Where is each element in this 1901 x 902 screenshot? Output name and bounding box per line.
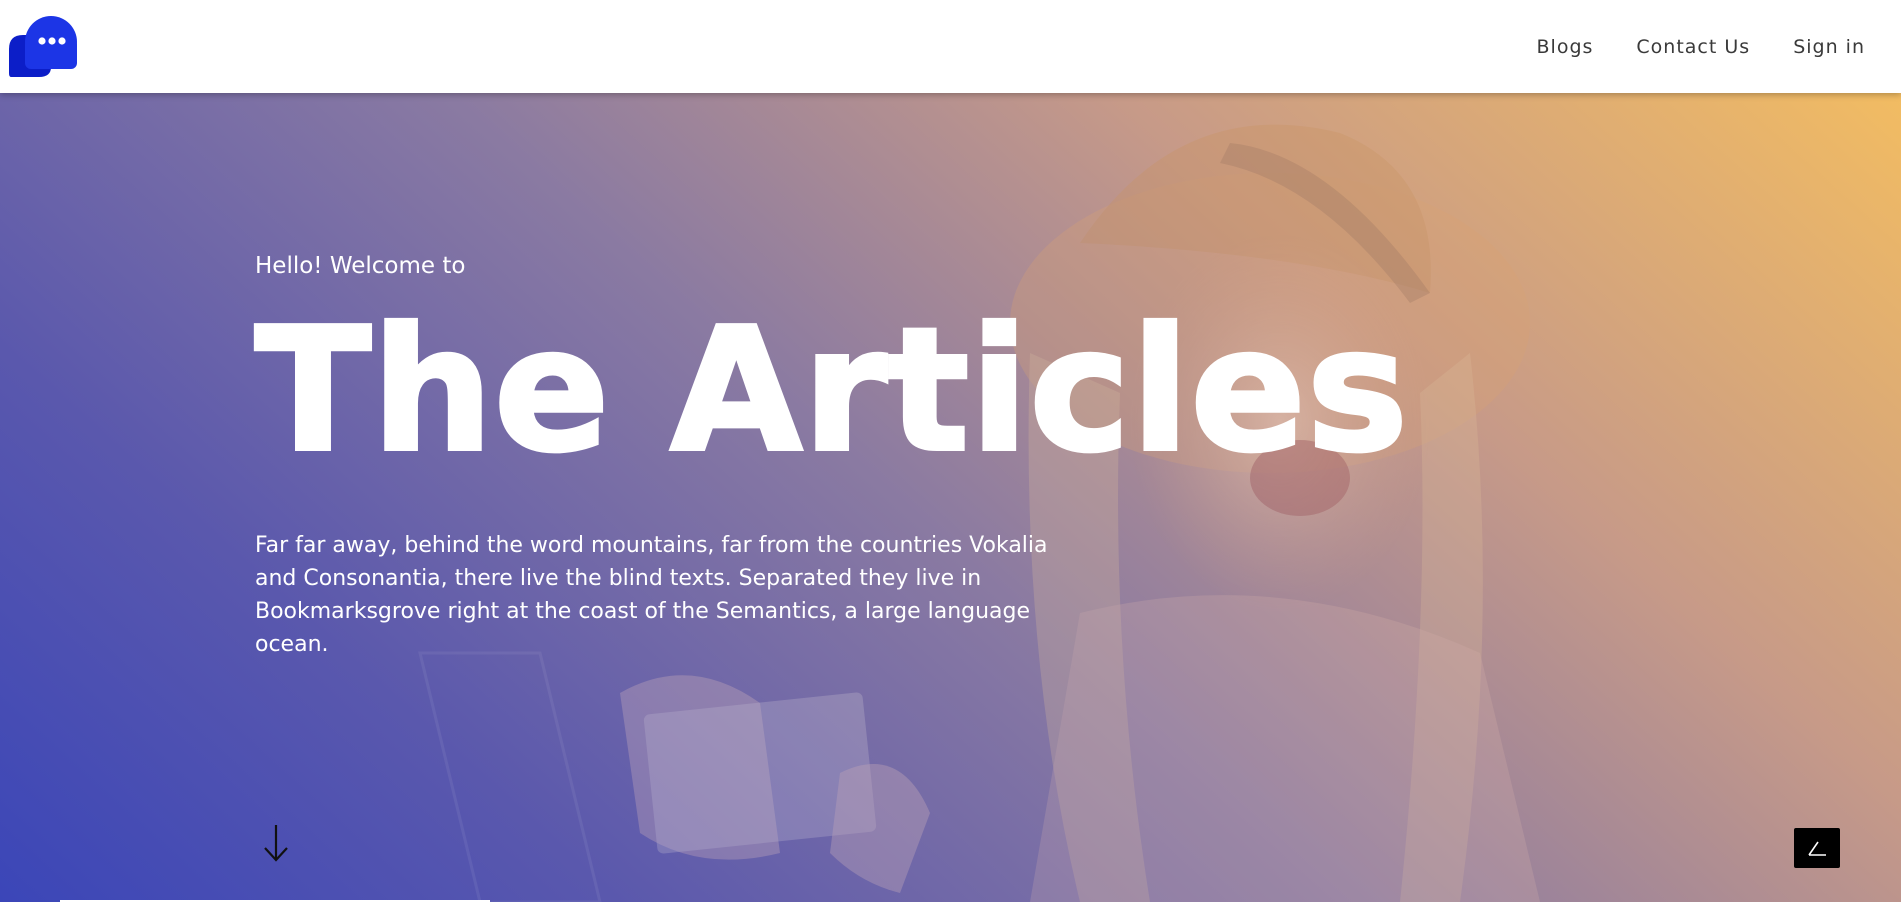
hero-content: Hello! Welcome to The Articles Far far a… [253, 253, 1455, 661]
nav-blogs-link[interactable]: Blogs [1537, 36, 1594, 58]
scroll-to-top-button[interactable] [1794, 828, 1840, 868]
hero-section: Hello! Welcome to The Articles Far far a… [0, 93, 1901, 902]
hero-title: The Articles [253, 290, 1410, 492]
arrow-down-icon[interactable] [259, 823, 293, 863]
nav-signin-link[interactable]: Sign in [1793, 36, 1865, 58]
nav-contact-link[interactable]: Contact Us [1636, 36, 1750, 58]
hero-description: Far far away, behind the word mountains,… [255, 533, 1048, 657]
chat-bubbles-logo-icon[interactable] [5, 15, 79, 79]
main-nav: Blogs Contact Us Sign in [1537, 0, 1866, 93]
site-header: Blogs Contact Us Sign in [0, 0, 1901, 93]
arrow-up-icon [1808, 841, 1826, 856]
hero-subtitle: Hello! Welcome to [255, 253, 466, 279]
